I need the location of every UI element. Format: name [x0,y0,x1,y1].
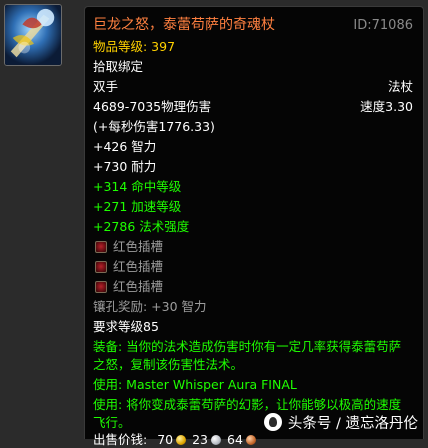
hand-slot: 双手 [93,79,119,94]
item-tooltip: 巨龙之怒，泰蕾苟萨的奇魂杖 ID:71086 物品等级: 397 拾取绑定 双手… [84,6,424,447]
red-socket-icon [95,241,107,253]
equip-effect-line2: 之怒，复制该伤害性法术。 [93,357,244,372]
stat-hit: +314 命中等级 [93,179,182,194]
copper-amount: 64 [227,432,243,447]
weapon-speed: 速度3.30 [360,99,413,114]
item-id: ID:71086 [353,18,413,33]
damage: 4689-7035物理伤害 [93,99,212,114]
weapon-type: 法杖 [387,79,413,94]
stat-intellect: +426 智力 [93,139,157,154]
required-level: 要求等级85 [93,319,159,334]
item-name: 巨龙之怒，泰蕾苟萨的奇魂杖 [93,17,275,33]
stat-spellpower: +2786 法术强度 [93,219,190,234]
watermark: 头条号 / 遗忘洛丹伦 [263,412,418,433]
silver-coin-icon [211,435,222,445]
binding: 拾取绑定 [93,59,144,74]
use-effect-2-line2: 飞行。 [93,415,131,430]
silver-amount: 23 [192,432,209,447]
item-icon[interactable] [4,4,62,66]
item-level: 物品等级: 397 [93,39,176,54]
gold-amount: 70 [157,432,174,447]
equip-effect-line1: 装备: 当你的法术造成伤害时你有一定几率获得泰蕾苟萨 [93,339,402,354]
staff-item-icon [5,5,61,65]
dps: (+每秒伤害1776.33) [93,119,215,134]
socket-label: 红色插槽 [113,279,164,294]
watermark-text: 头条号 / 遗忘洛丹伦 [287,416,418,432]
stat-stamina: +730 耐力 [93,159,157,174]
copper-coin-icon [245,435,256,445]
red-socket-icon [95,281,107,293]
sell-price-label: 出售价钱: [93,432,148,447]
use-effect-1: 使用: Master Whisper Aura FINAL [93,377,297,392]
sell-price: 出售价钱: 70 23 64 [93,431,262,448]
red-socket-icon [95,261,107,273]
toutiao-logo-icon [263,413,282,431]
use-effect-2-line1: 使用: 将你变成泰蕾苟萨的幻影，让你能够以极高的速度 [93,397,402,412]
socket-label: 红色插槽 [113,259,164,274]
stat-haste: +271 加速等级 [93,199,182,214]
socket-label: 红色插槽 [113,239,164,254]
gold-coin-icon [176,435,187,445]
socket-bonus: 镶孔奖励: +30 智力 [93,299,207,314]
